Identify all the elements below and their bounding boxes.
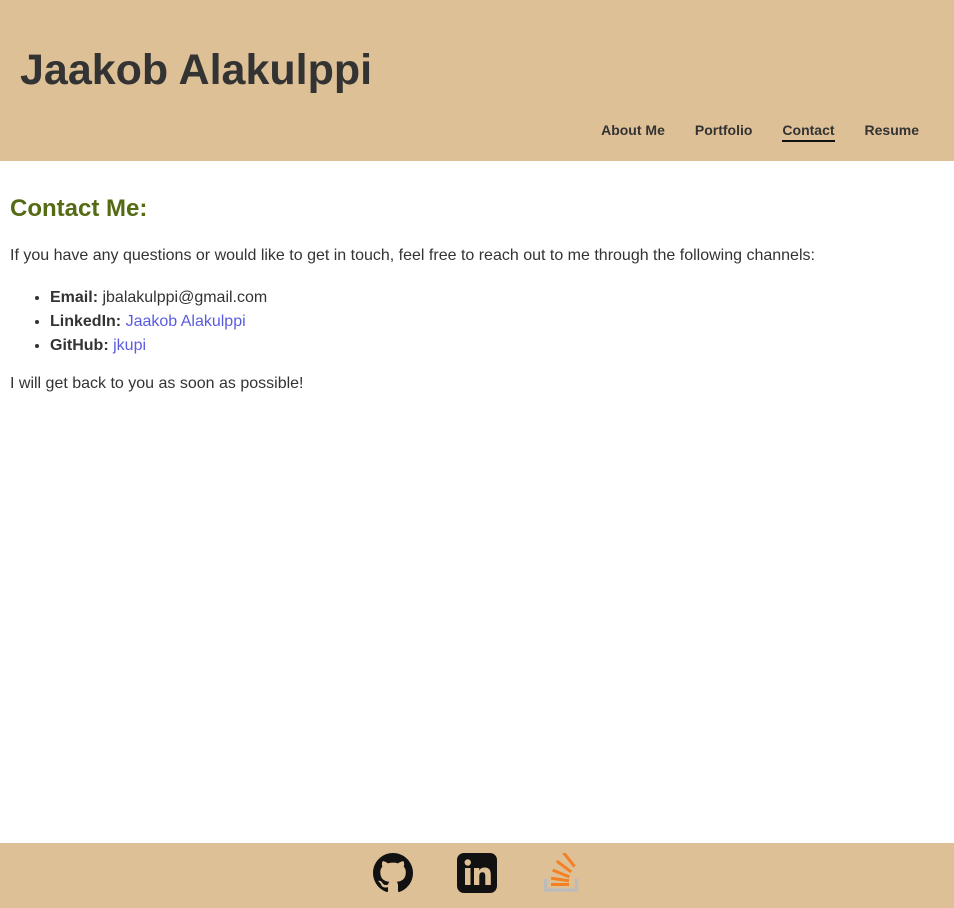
contact-list: Email: jbalakulppi@gmail.com LinkedIn: J… (10, 286, 940, 358)
site-header: Jaakob Alakulppi About Me Portfolio Cont… (0, 0, 954, 161)
section-heading: Contact Me: (10, 195, 148, 222)
nav-about-me[interactable]: About Me (601, 121, 665, 142)
contact-label-linkedin: LinkedIn: (50, 313, 122, 330)
contact-item-email: Email: jbalakulppi@gmail.com (50, 286, 940, 310)
linkedin-link[interactable]: Jaakob Alakulppi (126, 313, 246, 330)
linkedin-icon[interactable] (457, 853, 497, 893)
contact-value-email: jbalakulppi@gmail.com (102, 289, 268, 306)
page: Jaakob Alakulppi About Me Portfolio Cont… (0, 0, 954, 908)
contact-label-email: Email: (50, 289, 99, 306)
contact-item-github: GitHub: jkupi (50, 334, 940, 358)
github-link[interactable]: jkupi (113, 337, 146, 354)
site-title: Jaakob Alakulppi (20, 46, 373, 94)
github-icon[interactable] (373, 853, 413, 893)
main-nav: About Me Portfolio Contact Resume (571, 121, 919, 142)
nav-contact[interactable]: Contact (782, 121, 835, 142)
site-footer (0, 843, 954, 908)
main-content: Contact Me: If you have any questions or… (10, 192, 940, 394)
nav-resume[interactable]: Resume (865, 121, 919, 142)
outro-text: I will get back to you as soon as possib… (10, 375, 304, 392)
contact-label-github: GitHub: (50, 337, 109, 354)
intro-text: If you have any questions or would like … (10, 247, 815, 264)
stackoverflow-icon[interactable] (541, 853, 581, 893)
contact-item-linkedin: LinkedIn: Jaakob Alakulppi (50, 310, 940, 334)
nav-portfolio[interactable]: Portfolio (695, 121, 753, 142)
